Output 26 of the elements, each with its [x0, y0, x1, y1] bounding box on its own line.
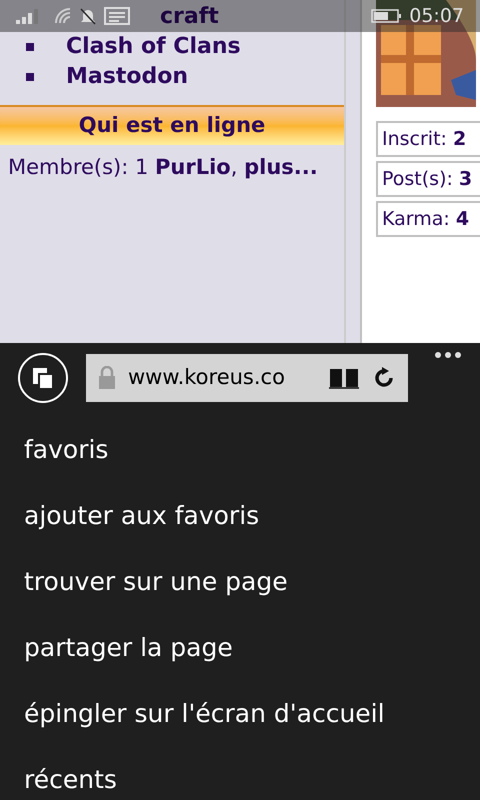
menu-item[interactable]: trouver sur une page [24, 563, 288, 601]
url-text: www.koreus.co [128, 364, 286, 392]
lock-icon [98, 366, 116, 390]
menu-item[interactable]: favoris [24, 431, 108, 469]
game-link[interactable]: craft [160, 6, 219, 28]
game-link[interactable]: Mastodon [66, 66, 188, 88]
message-icon [104, 7, 130, 25]
stat-text: Post(s): 3 [382, 166, 472, 192]
menu-item[interactable]: ajouter aux favoris [24, 497, 260, 535]
address-bar[interactable]: www.koreus.co [86, 354, 408, 402]
menu-item[interactable]: partager la page [24, 629, 233, 667]
bullet-icon [26, 43, 34, 51]
stat-text: Karma: 4 [382, 206, 470, 232]
section-header: Qui est en ligne [0, 105, 344, 145]
tabs-icon [31, 366, 55, 390]
battery-icon [371, 9, 402, 23]
clock-time: 05:07 [409, 4, 464, 29]
members-text: Membre(s): 1 PurLio, plus... [7, 154, 319, 181]
stat-text: Inscrit: 2 [382, 126, 466, 152]
tabs-button[interactable] [18, 353, 68, 403]
menu-item[interactable]: épingler sur l'écran d'accueil [24, 695, 385, 733]
menu-item[interactable]: récents [24, 761, 117, 799]
more-icon[interactable] [434, 351, 462, 359]
game-link[interactable]: Clash of Clans [66, 36, 241, 58]
book-icon[interactable] [328, 366, 360, 390]
bullet-icon [26, 73, 34, 81]
